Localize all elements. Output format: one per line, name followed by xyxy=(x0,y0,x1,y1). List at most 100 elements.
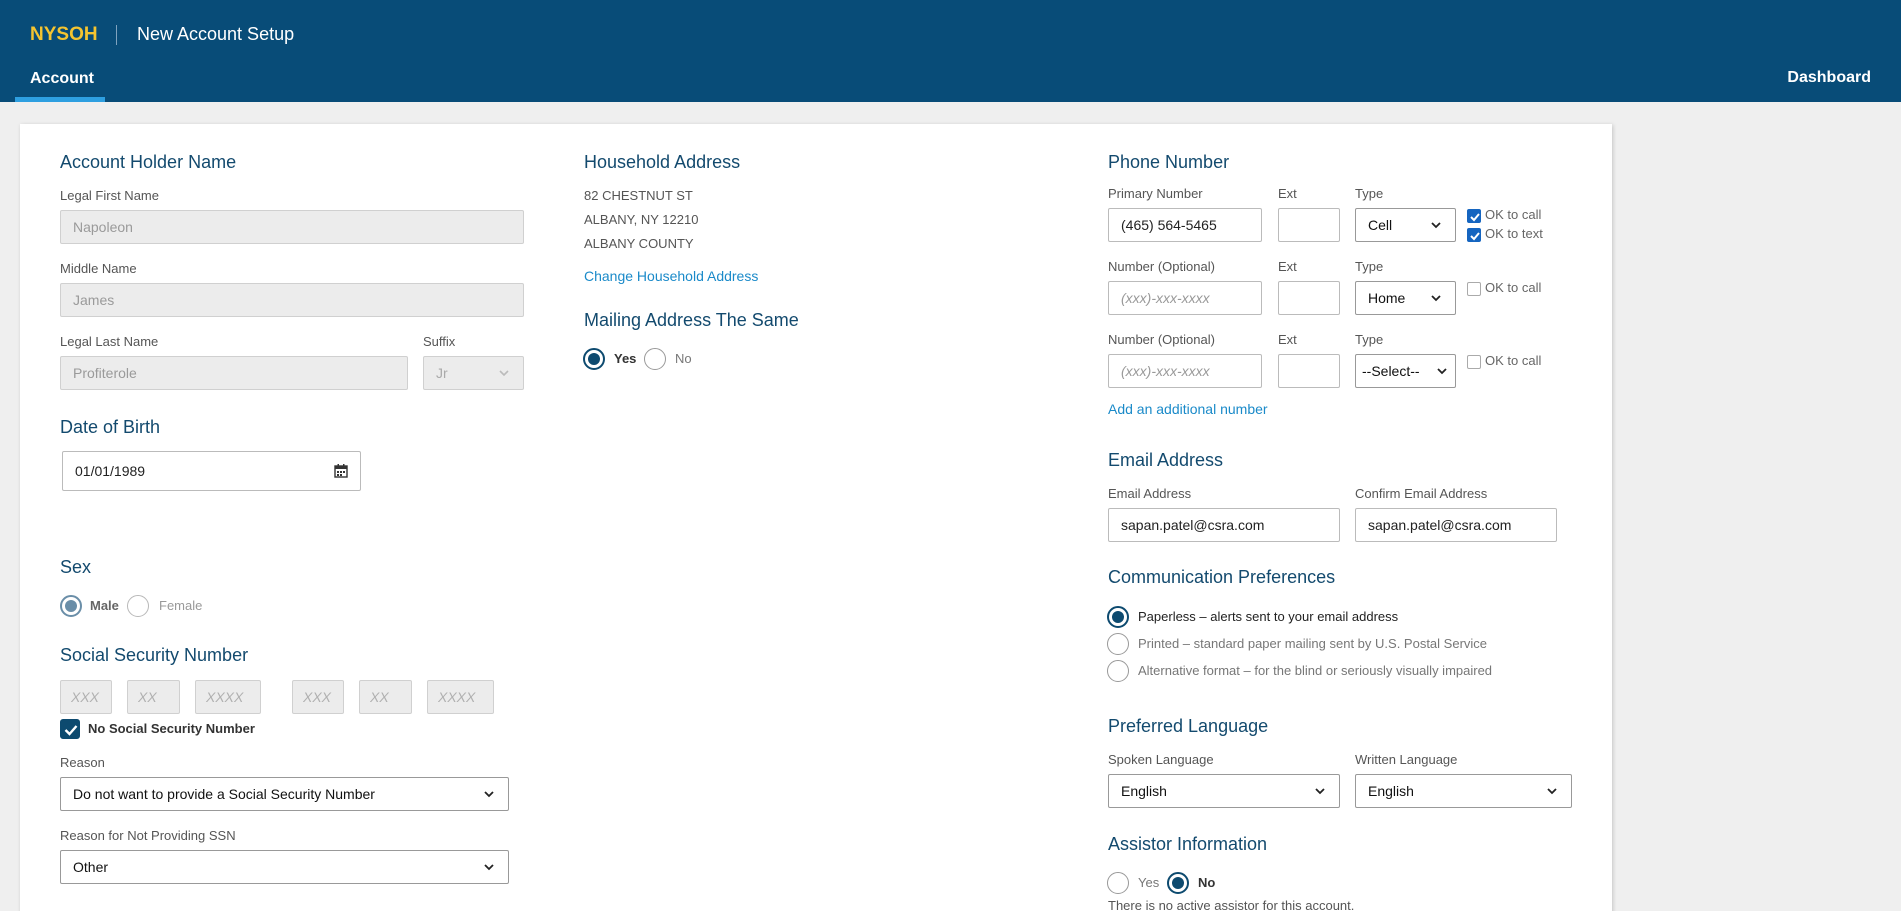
reason-not-providing-value: Other xyxy=(73,859,109,875)
ssn-part3-input[interactable] xyxy=(195,680,261,714)
active-tab-indicator xyxy=(15,97,105,102)
assistor-no-radio[interactable] xyxy=(1167,872,1189,894)
account-form-card: Account Holder Name Legal First Name Mid… xyxy=(20,124,1612,911)
ext3-label: Ext xyxy=(1278,332,1297,347)
primary-type-select[interactable]: Cell xyxy=(1355,208,1456,242)
primary-ok-to-text-checkbox[interactable] xyxy=(1467,228,1481,242)
written-language-select[interactable]: English xyxy=(1355,774,1572,808)
chevron-down-icon xyxy=(1429,291,1443,305)
primary-ok-to-call-label: OK to call xyxy=(1485,207,1542,222)
header-divider xyxy=(116,25,117,45)
account-holder-heading: Account Holder Name xyxy=(60,152,237,172)
suffix-select[interactable]: Jr xyxy=(423,356,524,390)
comm-paperless-radio[interactable] xyxy=(1107,606,1129,628)
last-name-label: Legal Last Name xyxy=(60,334,159,349)
sex-male-radio[interactable] xyxy=(60,595,82,617)
type-label: Type xyxy=(1355,186,1384,201)
reason-not-providing-select[interactable]: Other xyxy=(60,850,509,884)
primary-ok-to-call-checkbox[interactable] xyxy=(1467,209,1481,223)
address-line1: 82 CHESTNUT ST xyxy=(584,188,693,203)
confirm-email-label: Confirm Email Address xyxy=(1355,486,1488,501)
address-line2: ALBANY, NY 12210 xyxy=(584,212,699,227)
mailing-same-heading: Mailing Address The Same xyxy=(584,310,799,330)
type2-value: Home xyxy=(1368,290,1406,306)
mailing-same-no-radio[interactable] xyxy=(644,348,666,370)
household-address-heading: Household Address xyxy=(584,152,741,172)
middle-name-input[interactable] xyxy=(60,283,524,317)
type2-label: Type xyxy=(1355,259,1384,274)
ext-label: Ext xyxy=(1278,186,1297,201)
assistor-heading: Assistor Information xyxy=(1108,834,1268,854)
reason-not-providing-label: Reason for Not Providing SSN xyxy=(60,828,236,843)
confirm-email-input[interactable] xyxy=(1355,508,1557,542)
change-household-address-link[interactable]: Change Household Address xyxy=(584,268,758,284)
first-name-label: Legal First Name xyxy=(60,188,159,203)
spoken-language-label: Spoken Language xyxy=(1108,752,1214,767)
ext3-input[interactable] xyxy=(1278,354,1340,388)
reason-value: Do not want to provide a Social Security… xyxy=(73,786,375,802)
written-language-label: Written Language xyxy=(1355,752,1458,767)
primary-ok-to-text-label: OK to text xyxy=(1485,226,1543,241)
communication-preferences-heading: Communication Preferences xyxy=(1108,567,1336,587)
type2-select[interactable]: Home xyxy=(1355,281,1456,315)
no-ssn-label: No Social Security Number xyxy=(88,721,255,736)
ssn-confirm-part2-input[interactable] xyxy=(359,680,412,714)
reason-select[interactable]: Do not want to provide a Social Security… xyxy=(60,777,509,811)
chevron-down-icon xyxy=(497,366,511,380)
comm-alternative-label: Alternative format – for the blind or se… xyxy=(1138,663,1493,678)
checkmark-icon xyxy=(1470,232,1480,241)
no-ssn-checkbox[interactable] xyxy=(60,719,80,739)
preferred-language-heading: Preferred Language xyxy=(1108,716,1269,736)
primary-ext-input[interactable] xyxy=(1278,208,1340,242)
number3-input[interactable] xyxy=(1108,354,1262,388)
comm-printed-radio[interactable] xyxy=(1107,633,1129,655)
ssn-heading: Social Security Number xyxy=(60,645,249,665)
ssn-confirm-part3-input[interactable] xyxy=(427,680,494,714)
number2-ok-to-call-label: OK to call xyxy=(1485,280,1542,295)
nysoh-logo[interactable]: NYSOH xyxy=(30,24,98,46)
mailing-same-yes-radio[interactable] xyxy=(583,348,605,370)
page-title: New Account Setup xyxy=(137,24,295,44)
type3-select[interactable]: --Select-- xyxy=(1355,354,1456,388)
comm-paperless-label: Paperless – alerts sent to your email ad… xyxy=(1138,609,1399,624)
address-county: ALBANY COUNTY xyxy=(584,236,694,251)
suffix-value: Jr xyxy=(436,365,448,381)
number2-ok-to-call-checkbox[interactable] xyxy=(1467,282,1481,296)
last-name-input[interactable] xyxy=(60,356,408,390)
first-name-input[interactable] xyxy=(60,210,524,244)
dob-input[interactable] xyxy=(62,451,361,491)
sex-female-label: Female xyxy=(159,598,203,613)
dob-heading: Date of Birth xyxy=(60,417,161,437)
ext2-label: Ext xyxy=(1278,259,1297,274)
written-language-value: English xyxy=(1368,783,1414,799)
mailing-same-yes-label: Yes xyxy=(614,351,637,366)
type3-label: Type xyxy=(1355,332,1384,347)
email-input[interactable] xyxy=(1108,508,1340,542)
calendar-icon[interactable] xyxy=(333,463,349,479)
number2-input[interactable] xyxy=(1108,281,1262,315)
ssn-part1-input[interactable] xyxy=(60,680,112,714)
ssn-part2-input[interactable] xyxy=(127,680,180,714)
middle-name-label: Middle Name xyxy=(60,261,137,276)
email-heading: Email Address xyxy=(1108,450,1224,470)
dashboard-link[interactable]: Dashboard xyxy=(1787,69,1871,87)
spoken-language-value: English xyxy=(1121,783,1167,799)
number3-ok-to-call-checkbox[interactable] xyxy=(1467,355,1481,369)
chevron-down-icon xyxy=(1429,218,1443,232)
primary-number-input[interactable] xyxy=(1108,208,1262,242)
number3-ok-to-call-label: OK to call xyxy=(1485,353,1542,368)
spoken-language-select[interactable]: English xyxy=(1108,774,1340,808)
assistor-yes-radio[interactable] xyxy=(1107,872,1129,894)
sex-heading: Sex xyxy=(60,557,92,577)
primary-number-label: Primary Number xyxy=(1108,186,1203,201)
mailing-same-no-label: No xyxy=(675,351,692,366)
comm-alternative-radio[interactable] xyxy=(1107,660,1129,682)
chevron-down-icon xyxy=(1545,784,1559,798)
number3-label: Number (Optional) xyxy=(1108,332,1215,347)
primary-type-value: Cell xyxy=(1368,217,1393,233)
ssn-confirm-part1-input[interactable] xyxy=(292,680,344,714)
ext2-input[interactable] xyxy=(1278,281,1340,315)
add-additional-number-link[interactable]: Add an additional number xyxy=(1108,401,1268,417)
sex-female-radio[interactable] xyxy=(127,595,149,617)
type3-value: --Select-- xyxy=(1362,363,1420,379)
